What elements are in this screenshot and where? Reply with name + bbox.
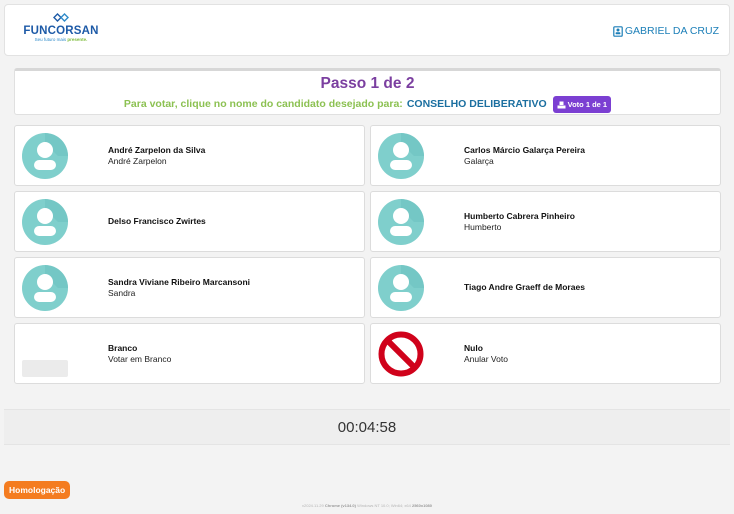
avatar-placeholder-icon: [22, 265, 68, 311]
footer-info: v2024.11.29 Chrome (v134.0) Windows NT 1…: [0, 503, 734, 508]
council-name: CONSELHO DELIBERATIVO: [406, 98, 547, 110]
vote-count-badge: Voto 1 de 1: [552, 96, 612, 113]
candidate-name: Sandra Viviane Ribeiro Marcansoni: [108, 276, 251, 287]
candidate-card[interactable]: Carlos Márcio Galarça Pereira Galarça: [370, 125, 721, 186]
blank-vote-card[interactable]: Branco Votar em Branco: [14, 323, 365, 384]
session-timer: 00:04:58: [337, 419, 397, 436]
footer-browser: Chrome (v134.0): [324, 503, 356, 508]
vote-count-label: Voto 1 de 1: [567, 100, 608, 109]
funcorsan-logo: FUNCORSAN Seu futuro mais presente.: [19, 13, 103, 51]
candidate-name: Humberto Cabrera Pinheiro: [464, 210, 575, 221]
blank-vote-placeholder: [22, 360, 68, 377]
logo-name: FUNCORSAN: [23, 25, 99, 37]
step-instruction-row: Para votar, clique no nome do candidato …: [15, 96, 720, 113]
step-instruction: Para votar, clique no nome do candidato …: [123, 98, 403, 110]
candidate-name: Carlos Márcio Galarça Pereira: [464, 144, 585, 155]
logo-tagline: Seu futuro mais presente.: [34, 37, 88, 42]
candidate-name: Delso Francisco Zwirtes: [108, 216, 206, 226]
candidate-alias: André Zarpelon: [108, 155, 167, 166]
user-name: GABRIEL DA CRUZ: [624, 25, 719, 37]
step-title: Passo 1 de 2: [320, 75, 415, 92]
candidate-name: Tiago Andre Graeff de Moraes: [464, 282, 585, 292]
null-vote-description: Anular Voto: [464, 353, 508, 364]
null-vote-label: Nulo: [464, 342, 483, 353]
prohibited-icon: [378, 331, 424, 377]
footer-resolution: 2560x1080: [411, 503, 432, 508]
avatar-placeholder-icon: [378, 265, 424, 311]
candidate-card[interactable]: Sandra Viviane Ribeiro Marcansoni Sandra: [14, 257, 365, 318]
avatar-placeholder-icon: [378, 199, 424, 245]
logo-mark-icon: [53, 13, 69, 22]
avatar-placeholder-icon: [378, 133, 424, 179]
candidate-card[interactable]: Tiago Andre Graeff de Moraes: [370, 257, 721, 318]
ballot-icon: [557, 101, 566, 108]
footer-version: v2024.11.29: [302, 503, 324, 508]
avatar-placeholder-icon: [22, 199, 68, 245]
blank-vote-description: Votar em Branco: [108, 353, 172, 364]
footer-os: Windows NT 10.0; Win64; x64: [357, 503, 411, 508]
step-panel: Passo 1 de 2 Para votar, clique no nome …: [14, 68, 721, 115]
candidate-card[interactable]: Delso Francisco Zwirtes: [14, 191, 365, 252]
candidate-alias: Galarça: [464, 155, 494, 166]
avatar-placeholder-icon: [22, 133, 68, 179]
candidate-name: André Zarpelon da Silva: [108, 144, 206, 155]
environment-badge: Homologação: [4, 481, 71, 499]
candidate-card[interactable]: André Zarpelon da Silva André Zarpelon: [14, 125, 365, 186]
candidate-alias: Humberto: [464, 221, 502, 232]
candidate-card[interactable]: Humberto Cabrera Pinheiro Humberto: [370, 191, 721, 252]
user-menu[interactable]: GABRIEL DA CRUZ: [613, 25, 719, 37]
session-timer-bar: 00:04:58: [4, 409, 730, 445]
id-badge-icon: [613, 25, 623, 37]
candidate-alias: Sandra: [108, 287, 136, 298]
null-vote-card[interactable]: Nulo Anular Voto: [370, 323, 721, 384]
top-header: FUNCORSAN Seu futuro mais presente. GABR…: [4, 4, 730, 56]
blank-vote-label: Branco: [108, 342, 138, 353]
